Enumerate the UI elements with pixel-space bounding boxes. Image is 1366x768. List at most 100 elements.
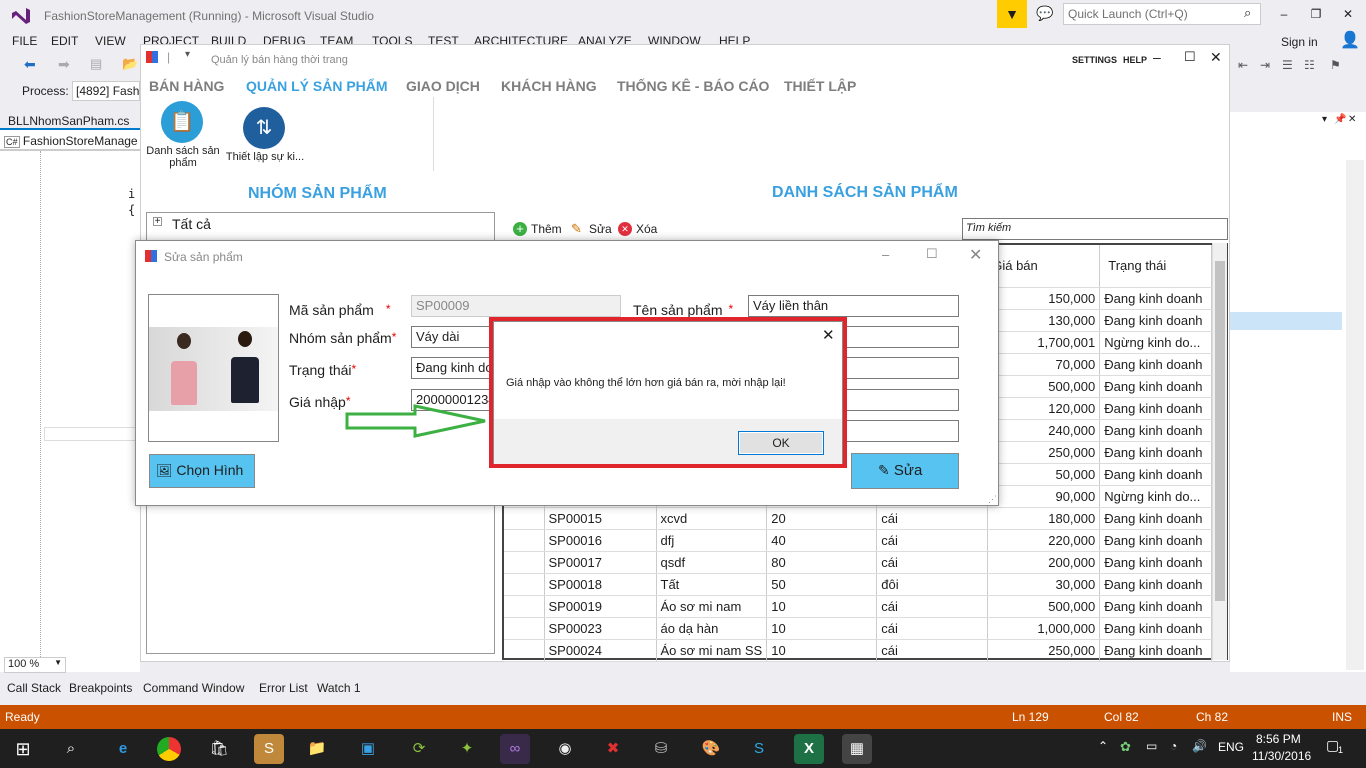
chrome-icon[interactable] [157,737,181,761]
save-button[interactable]: ✎ Sửa [851,453,959,489]
sql-server-icon[interactable]: ▣ [353,734,383,764]
clock-date[interactable]: 11/30/2016 [1252,749,1311,763]
group-select[interactable]: Váy dài [411,326,496,348]
indent-icon[interactable]: ⇥ [1260,58,1270,72]
feedback-icon[interactable]: 💬 [1036,5,1053,22]
table-row[interactable]: SP00019 Áo sơ mi nam 10 cái 500,000 Đang kinh… [504,595,1213,618]
android-studio-icon[interactable]: ✦ [452,734,482,764]
back-icon[interactable]: ⬅ [24,56,36,73]
paint-icon[interactable]: 🎨 [696,734,726,764]
tab-khach-hang[interactable]: KHÁCH HÀNG [501,78,597,94]
pane-scrollbar[interactable] [1346,160,1364,670]
table-scrollbar[interactable] [1212,243,1227,660]
language-indicator[interactable]: ENG [1218,740,1244,754]
close-button[interactable]: ✕ [1210,49,1222,66]
tab-error-list[interactable]: Error List [259,681,308,695]
eclipse-icon[interactable]: ◉ [550,734,580,764]
feedback-filter-icon[interactable]: ▼ [997,0,1027,28]
table-row[interactable]: SP00023 áo dạ hàn 10 cái 1,000,000 Đang kinh … [504,617,1213,640]
fashion-store-app-icon[interactable]: ▦ [842,734,872,764]
search-icon[interactable]: ⌕ [1244,5,1251,21]
clipboard-list-icon[interactable]: 📋 [161,101,203,143]
bookmark-icon[interactable]: ⚑ [1330,58,1341,72]
dialog-minimize-button[interactable]: – [882,247,889,262]
delete-button[interactable]: Xóa [636,222,657,236]
menu-view[interactable]: VIEW [95,34,126,48]
table-row[interactable]: SP00018 Tất 50 đôi 30,000 Đang kinh doanh [504,573,1213,596]
tab-command-window[interactable]: Command Window [143,681,244,695]
process-select[interactable]: [4892] Fashi [72,81,140,101]
ribbon-label-event-settings[interactable]: Thiết lập sự ki... [225,151,305,163]
quick-launch-input[interactable]: Quick Launch (Ctrl+Q) [1063,3,1261,25]
tab-breakpoints[interactable]: Breakpoints [69,681,132,695]
network-icon[interactable]: ◔ [1170,739,1177,753]
expand-icon[interactable]: + [153,217,162,227]
account-icon[interactable]: 👤 [1340,30,1360,50]
tab-quan-ly-san-pham[interactable]: QUẢN LÝ SẢN PHẨM [246,78,388,94]
search-icon[interactable]: ⌕ [56,734,86,764]
document-tab[interactable]: BLLNhomSanPham.cs [0,112,140,130]
store-icon[interactable]: 🛍 [204,734,234,764]
tab-watch-1[interactable]: Watch 1 [317,681,361,695]
file-explorer-icon[interactable]: 📁 [302,734,332,764]
comment-icon[interactable]: ☰ [1282,58,1293,72]
excel-icon[interactable]: X [794,734,824,764]
dialog-maximize-button[interactable]: ☐ [926,246,938,262]
clock-time[interactable]: 8:56 PM [1256,732,1301,746]
filezilla-icon[interactable]: ✖ [598,734,628,764]
column-header-price[interactable]: Giá bán [987,245,1101,288]
sign-in-link[interactable]: Sign in [1281,35,1318,49]
minimize-button[interactable]: – [1270,3,1298,25]
search-input[interactable]: Tìm kiếm [962,218,1228,240]
battery-icon[interactable]: ▭ [1146,739,1157,753]
settings-link[interactable]: SETTINGS [1072,55,1117,65]
tab-call-stack[interactable]: Call Stack [7,681,61,695]
quick-access-dropdown-icon[interactable]: ▾ [185,49,190,60]
code-field[interactable]: SP00009 [411,295,621,317]
table-row[interactable]: SP00024 Áo sơ mi nam SS 10 cái 250,000 Đang k… [504,639,1213,662]
menu-file[interactable]: FILE [12,34,37,48]
uncomment-icon[interactable]: ☷ [1304,58,1315,72]
tab-thong-ke-bao-cao[interactable]: THỐNG KÊ - BÁO CÁO [617,78,769,94]
open-file-icon[interactable]: 📂 [122,56,138,72]
skype-icon[interactable]: S [744,734,774,764]
name-field[interactable]: Váy liền thân [748,295,959,317]
table-row[interactable]: SP00017 qsdf 80 cái 200,000 Đang kinh doanh [504,551,1213,574]
windows-start-icon[interactable]: ⊞ [8,734,38,764]
menu-edit[interactable]: EDIT [51,34,78,48]
add-icon[interactable]: + [513,222,527,236]
code-area[interactable]: i { [0,150,140,661]
visual-studio-icon[interactable]: ∞ [500,734,530,764]
tab-ban-hang[interactable]: BÁN HÀNG [149,78,224,94]
close-button[interactable]: ✕ [1334,3,1362,25]
maximize-button[interactable]: ☐ [1184,49,1196,65]
add-button[interactable]: Thêm [531,222,562,236]
close-pane-icon[interactable]: ✕ [1348,114,1356,125]
tree-node-all[interactable]: Tất cả [172,216,211,232]
forward-icon[interactable]: ➡ [58,56,70,73]
restore-button[interactable]: ❐ [1302,3,1330,25]
resize-grip-icon[interactable]: ⋰ [988,494,997,505]
scrollbar-thumb[interactable] [1215,261,1225,601]
edit-button[interactable]: Sửa [589,222,612,236]
sublime-icon[interactable]: S [254,734,284,764]
tab-giao-dich[interactable]: GIAO DỊCH [406,78,480,94]
choose-image-button[interactable]: 🖼 Chọn Hình [149,454,255,488]
delete-icon[interactable]: ✕ [618,222,632,236]
message-close-button[interactable]: ✕ [822,326,835,344]
pencil-icon[interactable]: ✎ [571,221,582,237]
pin-icon[interactable]: 📌 [1334,114,1346,125]
volume-icon[interactable]: 🔊 [1192,739,1207,753]
dialog-close-button[interactable]: ✕ [969,245,982,265]
align-icon[interactable]: ⇤ [1238,58,1248,72]
ribbon-label-product-list[interactable]: Danh sách sản phẩm [143,145,223,169]
ok-button[interactable]: OK [738,431,824,455]
git-icon[interactable]: ⟳ [404,734,434,764]
minimize-button[interactable]: – [1153,49,1161,65]
database-icon[interactable]: ⛁ [646,734,676,764]
column-header-status[interactable]: Trạng thái [1099,245,1213,288]
dropdown-icon[interactable]: ▾ [1322,114,1327,125]
zoom-select[interactable]: 100 % ▼ [4,657,66,673]
sort-arrows-icon[interactable]: ⇅ [243,107,285,149]
new-project-icon[interactable]: ▤ [90,56,102,72]
